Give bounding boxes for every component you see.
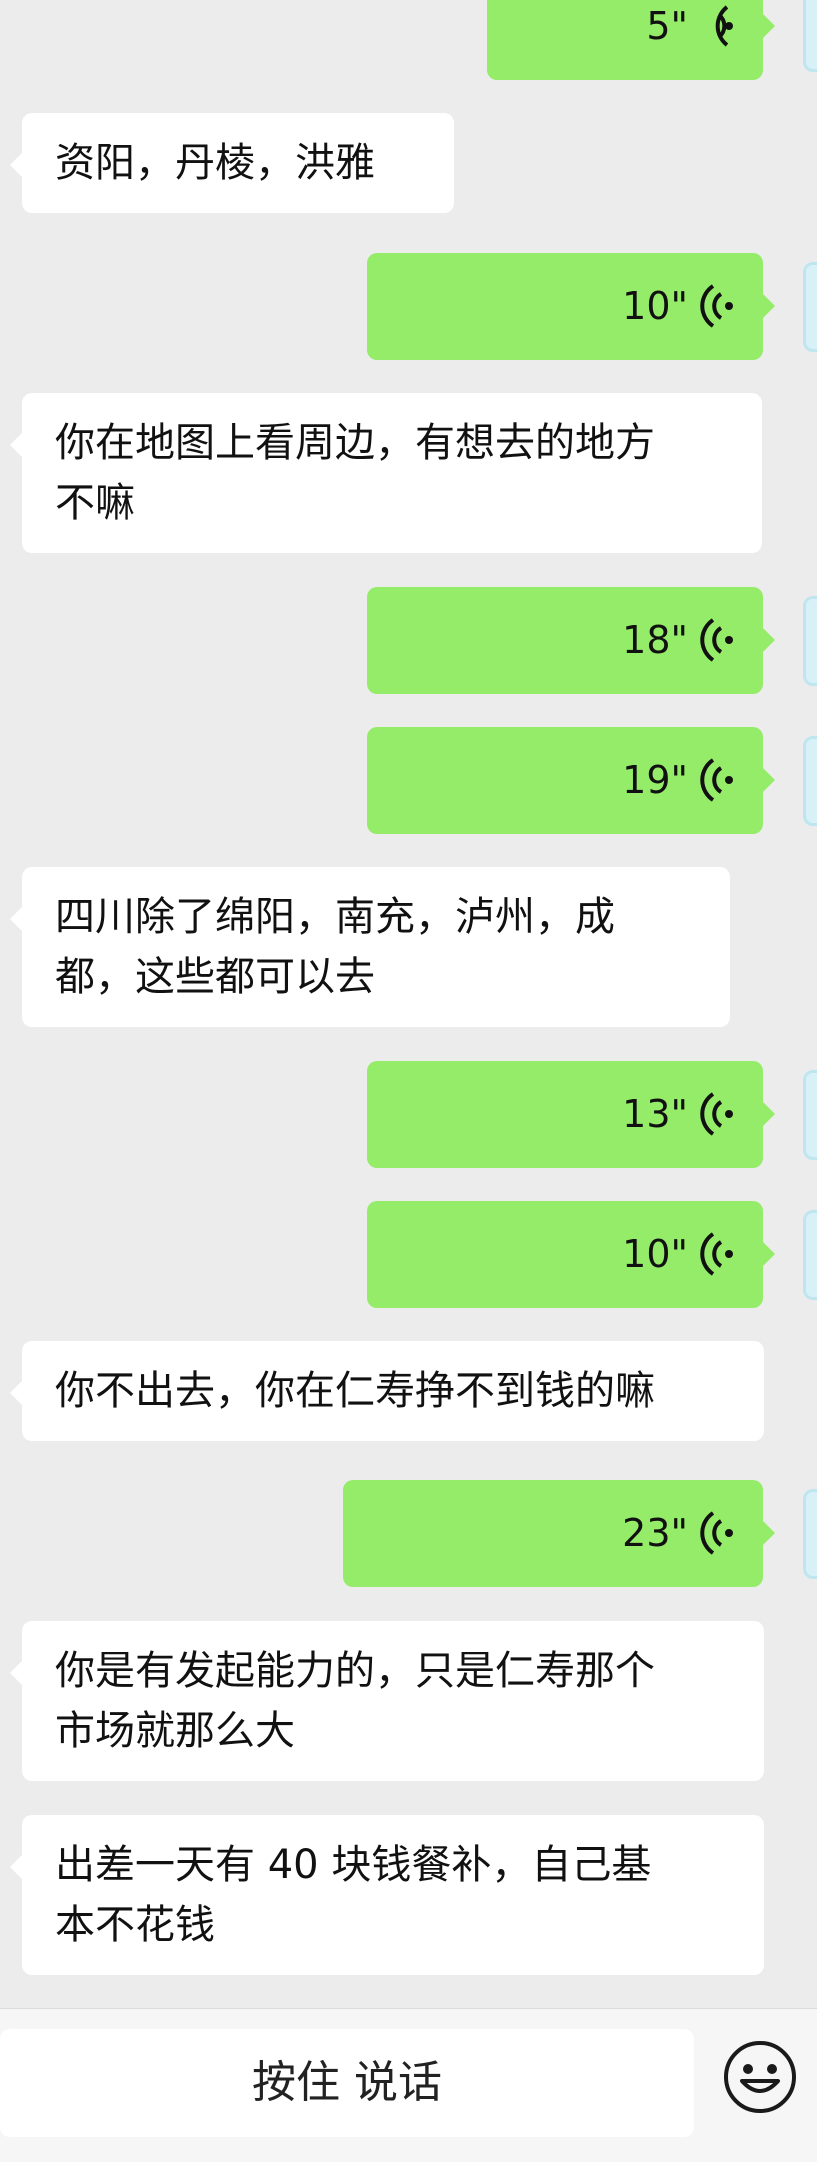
message-text-line: 你在地图上看周边，有想去的地方: [55, 420, 655, 466]
voice-duration: 23": [622, 1511, 688, 1555]
hold-to-talk-button[interactable]: 按住 说话: [0, 2029, 694, 2137]
chat-input-bar: 按住 说话: [0, 2008, 817, 2162]
text-message-bubble[interactable]: 你是有发起能力的，只是仁寿那个 市场就那么大: [10, 1621, 764, 1781]
message-text-line: 你不出去，你在仁寿挣不到钱的嘛: [55, 1368, 655, 1414]
text-message-bubble[interactable]: 你在地图上看周边，有想去的地方 不嘛: [10, 393, 762, 553]
avatar[interactable]: [803, 596, 817, 686]
voice-message-bubble[interactable]: 10": [367, 1201, 775, 1308]
voice-duration: 19": [622, 758, 688, 802]
avatar[interactable]: [803, 1210, 817, 1300]
voice-wave-icon: [700, 1232, 733, 1276]
voice-wave-icon: [715, 5, 733, 47]
message-text-line: 出差一天有 40 块钱餐补，自己基: [55, 1842, 652, 1888]
text-message-bubble[interactable]: 出差一天有 40 块钱餐补，自己基 本不花钱: [10, 1815, 764, 1975]
message-text-line: 资阳，丹棱，洪雅: [55, 140, 375, 186]
avatar[interactable]: [803, 1489, 817, 1579]
voice-wave-icon: [700, 284, 733, 328]
message-text-line: 市场就那么大: [55, 1708, 295, 1754]
voice-message-bubble[interactable]: 23": [343, 1480, 775, 1587]
voice-duration: 18": [622, 618, 688, 662]
text-message-bubble[interactable]: 你不出去，你在仁寿挣不到钱的嘛: [10, 1341, 764, 1441]
avatar[interactable]: [803, 1070, 817, 1160]
voice-duration: 10": [622, 284, 688, 328]
text-message-bubble[interactable]: 四川除了绵阳，南充，泸州，成 都，这些都可以去: [10, 867, 730, 1027]
voice-message-bubble[interactable]: 19": [367, 727, 775, 834]
avatar[interactable]: [803, 262, 817, 352]
voice-wave-icon: [700, 758, 733, 802]
voice-message-bubble[interactable]: 18": [367, 587, 775, 694]
voice-wave-icon: [700, 618, 733, 662]
text-message-bubble[interactable]: 资阳，丹棱，洪雅: [10, 113, 454, 213]
voice-message-bubble[interactable]: 13": [367, 1061, 775, 1168]
avatar[interactable]: [803, 0, 817, 72]
voice-duration: 10": [622, 1232, 688, 1276]
message-text-line: 你是有发起能力的，只是仁寿那个: [55, 1648, 655, 1694]
voice-duration: 5": [646, 4, 688, 48]
message-text-line: 四川除了绵阳，南充，泸州，成: [55, 894, 615, 940]
message-text-line: 本不花钱: [55, 1902, 215, 1948]
chat-message-list[interactable]: 5" 资阳，丹棱，洪雅 10" 你在地图上看周边，有想去的地方 不嘛 18" 1…: [0, 0, 817, 2008]
voice-duration: 13": [622, 1092, 688, 1136]
voice-wave-icon: [700, 1092, 733, 1136]
voice-message-bubble[interactable]: 10": [367, 253, 775, 360]
message-text-line: 不嘛: [55, 480, 135, 526]
smiley-face-icon[interactable]: [722, 2039, 798, 2115]
message-text-line: 都，这些都可以去: [55, 954, 375, 1000]
voice-message-bubble[interactable]: 5": [487, 0, 775, 80]
avatar[interactable]: [803, 736, 817, 826]
voice-wave-icon: [700, 1511, 733, 1555]
